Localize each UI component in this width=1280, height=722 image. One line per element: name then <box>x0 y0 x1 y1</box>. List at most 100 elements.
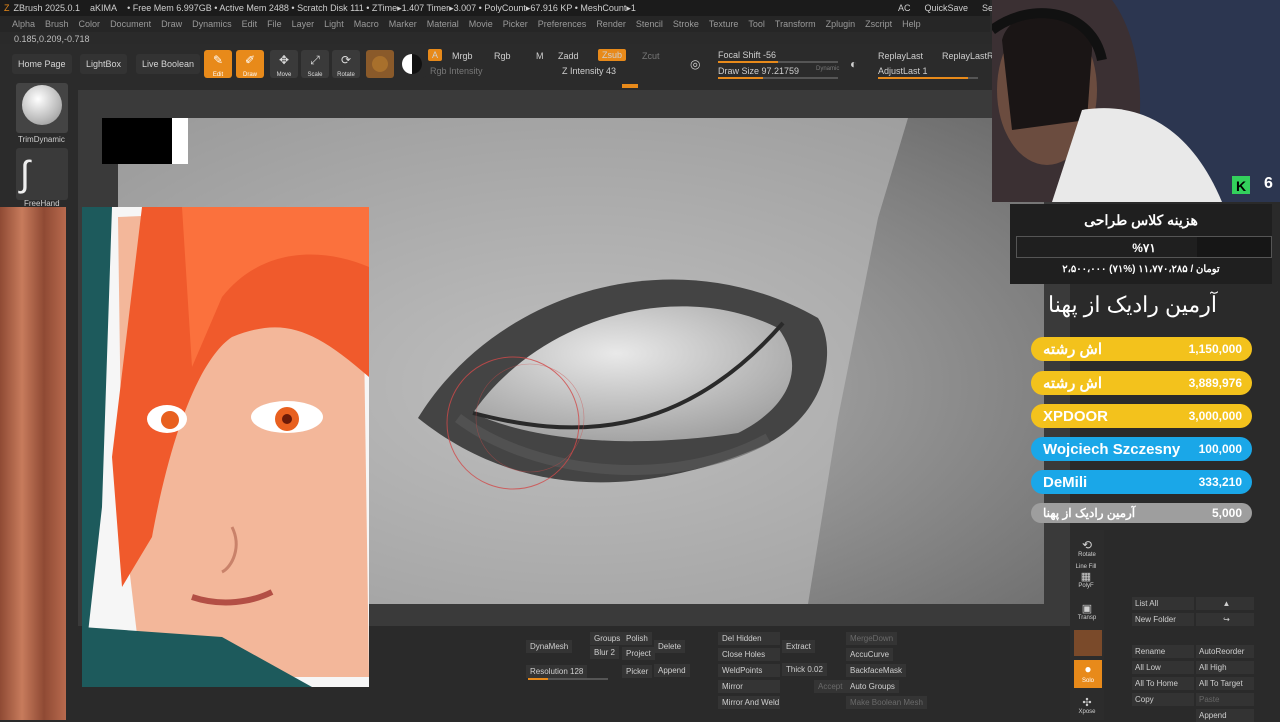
menu-item-zplugin[interactable]: Zplugin <box>826 19 856 29</box>
menu-item-stroke[interactable]: Stroke <box>673 19 699 29</box>
all-to-target-button[interactable]: All To Target <box>1196 677 1254 690</box>
solo-button[interactable]: ● Solo <box>1074 660 1102 688</box>
new-folder-button[interactable]: New Folder <box>1132 613 1194 626</box>
menu-item-alpha[interactable]: Alpha <box>12 19 35 29</box>
transp-button[interactable]: ▣ Transp <box>1076 602 1098 621</box>
adjust-last-track[interactable] <box>878 77 978 79</box>
menu-item-picker[interactable]: Picker <box>503 19 528 29</box>
menu-item-zscript[interactable]: Zscript <box>865 19 892 29</box>
move-down-icon[interactable]: ↪ <box>1196 613 1254 626</box>
line-fill-button[interactable]: Line Fill ▦ PolyF <box>1072 564 1100 589</box>
navigation-thumbnail[interactable] <box>102 118 188 164</box>
accept-button[interactable]: Accept <box>814 680 847 693</box>
extract-button[interactable]: Extract <box>782 640 815 653</box>
m-button[interactable]: M <box>536 51 544 61</box>
picker-button[interactable]: Picker <box>622 665 653 678</box>
menu-item-texture[interactable]: Texture <box>709 19 739 29</box>
menu-item-stencil[interactable]: Stencil <box>636 19 663 29</box>
gradient-sphere-button[interactable] <box>398 50 426 78</box>
groups-button[interactable]: Groups <box>590 632 625 645</box>
copy-button[interactable]: Copy <box>1132 693 1194 706</box>
mirror-button[interactable]: Mirror <box>718 680 780 693</box>
all-high-button[interactable]: All High <box>1196 661 1254 674</box>
append-button[interactable]: Append <box>654 664 690 677</box>
menu-item-light[interactable]: Light <box>324 19 344 29</box>
draw-size-track[interactable] <box>718 77 838 79</box>
all-low-button[interactable]: All Low <box>1132 661 1194 674</box>
thick-slider[interactable]: Thick 0.02 <box>782 663 827 676</box>
rename-button[interactable]: Rename <box>1132 645 1194 658</box>
paste-button[interactable]: Paste <box>1196 693 1254 706</box>
a-toggle[interactable]: A <box>428 49 443 61</box>
focal-shift-slider[interactable]: Focal Shift -56 <box>718 50 776 60</box>
zadd-button[interactable]: Zadd <box>558 51 579 61</box>
z-intensity-slider[interactable]: Z Intensity 43 <box>562 66 616 76</box>
auto-reorder-button[interactable]: AutoReorder <box>1196 645 1254 658</box>
move-up-icon[interactable]: ▲ <box>1196 597 1254 610</box>
donor-name: اش رشته <box>1043 375 1103 392</box>
menu-item-help[interactable]: Help <box>902 19 921 29</box>
menu-item-tool[interactable]: Tool <box>748 19 765 29</box>
move-button[interactable]: ✥ Move <box>270 50 298 78</box>
blur-slider[interactable]: Blur 2 <box>590 646 619 659</box>
menu-item-color[interactable]: Color <box>79 19 101 29</box>
draw-size-slider[interactable]: Draw Size 97.21759 <box>718 66 799 76</box>
accucurve-button[interactable]: AccuCurve <box>846 648 894 661</box>
polish-button[interactable]: Polish <box>622 632 652 645</box>
menu-item-preferences[interactable]: Preferences <box>538 19 587 29</box>
replay-last-button[interactable]: ReplayLast <box>878 51 923 61</box>
menu-item-movie[interactable]: Movie <box>469 19 493 29</box>
scale-button[interactable]: ⤢ Scale <box>301 50 329 78</box>
live-boolean-button[interactable]: Live Boolean <box>136 54 201 74</box>
menu-item-material[interactable]: Material <box>427 19 459 29</box>
make-boolean-mesh-button[interactable]: Make Boolean Mesh <box>846 696 927 709</box>
menu-item-marker[interactable]: Marker <box>389 19 417 29</box>
delete-button[interactable]: Delete <box>654 640 686 653</box>
menu-item-document[interactable]: Document <box>110 19 151 29</box>
weld-points-button[interactable]: WeldPoints <box>718 664 780 677</box>
edit-button[interactable]: ✎ Edit <box>204 50 232 78</box>
menu-item-transform[interactable]: Transform <box>775 19 816 29</box>
append-subtool-button[interactable]: Append <box>1196 709 1254 722</box>
home-page-button[interactable]: Home Page <box>12 54 72 74</box>
menu-item-file[interactable]: File <box>267 19 282 29</box>
all-to-home-button[interactable]: All To Home <box>1132 677 1194 690</box>
dynamic-toggle[interactable]: Dynamic <box>816 66 839 72</box>
auto-groups-button[interactable]: Auto Groups <box>846 680 899 693</box>
menu-item-macro[interactable]: Macro <box>354 19 379 29</box>
material-swatch-button[interactable] <box>366 50 394 78</box>
rotate-button[interactable]: ⟳ Rotate <box>332 50 360 78</box>
close-holes-button[interactable]: Close Holes <box>718 648 780 661</box>
rgb-button[interactable]: Rgb <box>494 51 511 61</box>
menu-item-render[interactable]: Render <box>596 19 626 29</box>
zcut-button[interactable]: Zcut <box>642 51 660 61</box>
menu-item-layer[interactable]: Layer <box>292 19 315 29</box>
rgb-intensity-slider[interactable]: Rgb Intensity <box>430 66 483 76</box>
del-hidden-button[interactable]: Del Hidden <box>718 632 780 645</box>
backface-mask-button[interactable]: BackfaceMask <box>846 664 907 677</box>
dynamesh-button[interactable]: DynaMesh <box>526 640 573 653</box>
resolution-track[interactable] <box>528 678 608 680</box>
project-button[interactable]: Project <box>622 647 655 660</box>
menu-item-draw[interactable]: Draw <box>161 19 182 29</box>
ac-button[interactable]: AC <box>898 0 911 16</box>
mirror-and-weld-button[interactable]: Mirror And Weld <box>718 696 780 709</box>
menu-item-brush[interactable]: Brush <box>45 19 69 29</box>
floor-button[interactable] <box>1074 630 1102 656</box>
menu-item-edit[interactable]: Edit <box>242 19 258 29</box>
lightbox-button[interactable]: LightBox <box>80 54 128 74</box>
resolution-slider[interactable]: Resolution 128 <box>526 665 588 678</box>
zsub-button[interactable]: Zsub <box>598 49 627 61</box>
xpose-button[interactable]: ✣ Xpose <box>1076 696 1098 715</box>
quicksave-button[interactable]: QuickSave <box>925 0 969 16</box>
stroke-thumbnail[interactable]: ∫ <box>16 148 68 200</box>
list-all-button[interactable]: List All <box>1132 597 1194 610</box>
focal-shift-track[interactable] <box>718 61 838 63</box>
adjust-last-slider[interactable]: AdjustLast 1 <box>878 66 928 76</box>
menu-item-dynamics[interactable]: Dynamics <box>192 19 232 29</box>
draw-button[interactable]: ✐ Draw <box>236 50 264 78</box>
brush-thumbnail[interactable] <box>16 83 68 133</box>
rotate-view-button[interactable]: ⟲ Rotate <box>1076 538 1098 558</box>
merge-down-button[interactable]: MergeDown <box>846 632 898 645</box>
mrgb-button[interactable]: Mrgb <box>452 51 473 61</box>
